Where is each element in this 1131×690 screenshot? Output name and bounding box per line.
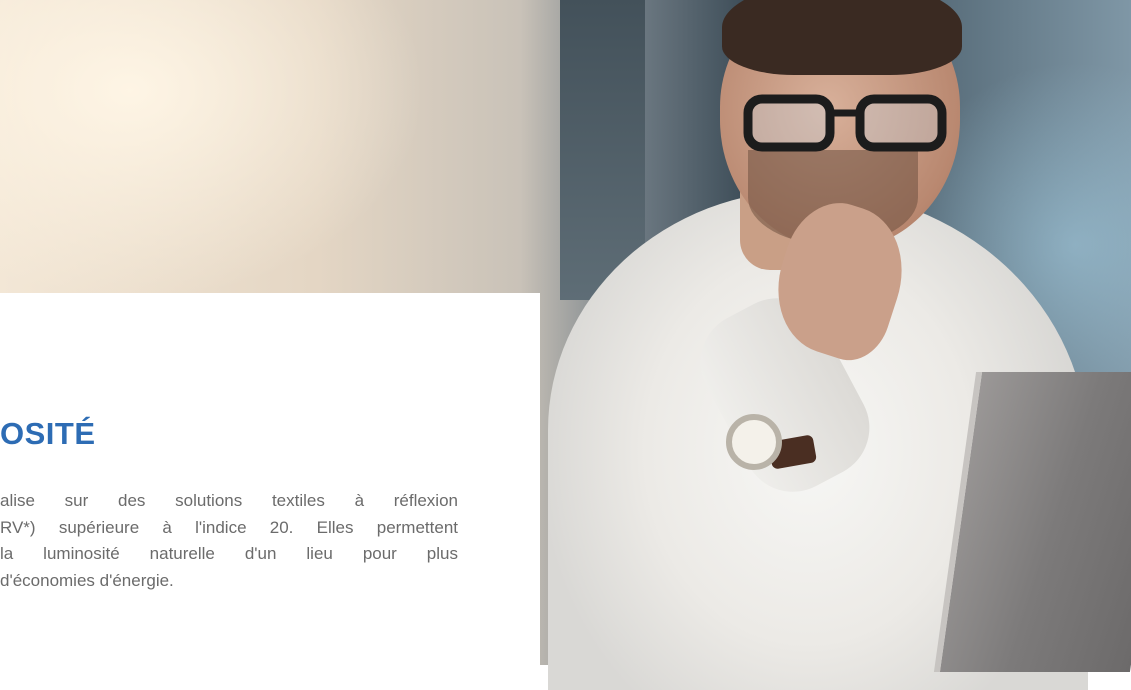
text-card: OSITÉ alise sur des solutions textiles à… [0,293,540,665]
paragraph-line-1: alise sur des solutions textiles à réfle… [0,491,458,510]
section-title: OSITÉ [0,416,96,451]
glasses-illustration [743,94,947,152]
paragraph-line-4: d'économies d'énergie. [0,570,174,590]
section-paragraph: alise sur des solutions textiles à réfle… [0,488,458,594]
paragraph-line-3: la luminosité naturelle d'un lieu pour p… [0,544,458,563]
man-hair [722,0,962,75]
paragraph-line-2: RV*) supérieure à l'indice 20. Elles per… [0,517,458,537]
wristwatch [726,414,782,470]
